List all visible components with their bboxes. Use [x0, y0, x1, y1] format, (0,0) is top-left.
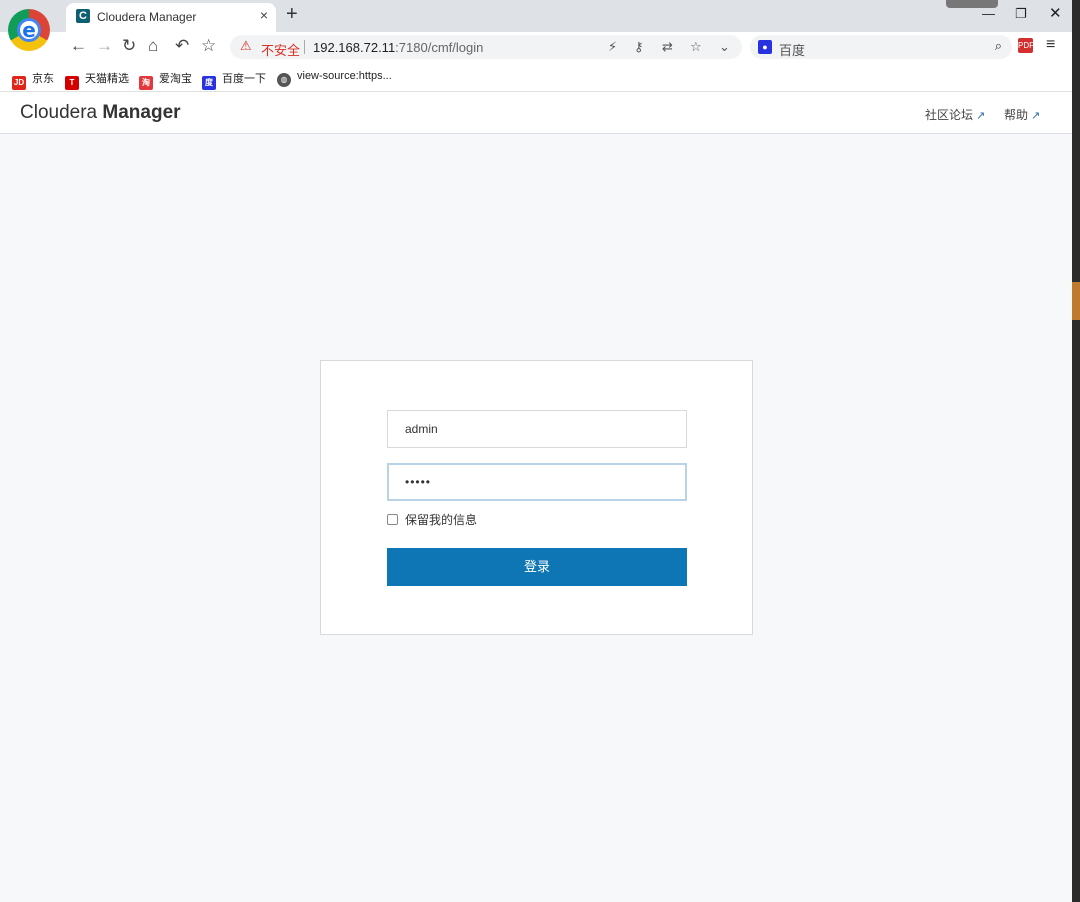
key-icon[interactable]: ⚷	[634, 39, 644, 55]
browser-tab[interactable]: C Cloudera Manager ×	[66, 3, 276, 32]
baidu-icon: 度	[202, 76, 216, 90]
search-placeholder: 百度	[779, 43, 806, 58]
address-bar[interactable]: ⚠ 不安全 192.168.72.11:7180/cmf/login ⚡ ⚷ ⇄…	[230, 35, 742, 59]
app-logo[interactable]: Cloudera Manager	[20, 102, 181, 124]
login-form: admin ••••• 保留我的信息 登录	[320, 360, 753, 635]
bookmark-star-icon[interactable]: ☆	[690, 39, 702, 55]
taobao-icon: 淘	[139, 76, 153, 90]
bookmarks-bar: JD 京东 T 天猫精选 淘爱淘宝 度百度一下 ◍ view-source:https…	[0, 62, 1072, 92]
chevron-down-icon[interactable]: ⌄	[719, 39, 730, 55]
pdf-extension-icon[interactable]: PDF	[1018, 38, 1034, 53]
bookmark-jd[interactable]: JD 京东	[12, 70, 54, 90]
close-window-button[interactable]: ✕	[1049, 4, 1062, 22]
globe-icon: ◍	[277, 73, 291, 87]
bookmark-label: view-source:https...	[297, 70, 392, 82]
browser-toolbar: ← → ↻ ⌂ ↶ ☆ ⚠ 不安全 192.168.72.11:7180/cmf…	[0, 32, 1072, 62]
community-link[interactable]: 社区论坛 ↗	[925, 106, 985, 123]
lightning-icon[interactable]: ⚡	[608, 39, 617, 55]
favorites-star-icon[interactable]: ☆	[201, 36, 216, 56]
bookmark-label: 天猫精选	[85, 73, 129, 85]
browser-logo-icon: e	[8, 9, 50, 51]
back-arrow-icon[interactable]: ←	[70, 36, 87, 56]
bookmark-label: 爱淘宝	[159, 73, 192, 85]
address-url[interactable]: 192.168.72.11:7180/cmf/login	[313, 40, 483, 55]
help-label: 帮助	[1004, 108, 1029, 122]
search-box[interactable]: ● 百度 ⌕	[750, 35, 1012, 59]
brand-light: Cloudera	[20, 102, 98, 123]
scrollbar-gutter[interactable]	[1072, 0, 1080, 902]
undo-close-icon[interactable]: ↶	[175, 36, 189, 56]
brand-bold: Manager	[102, 102, 181, 123]
password-input[interactable]: •••••	[387, 463, 687, 501]
external-link-icon: ↗	[1031, 110, 1041, 122]
warning-icon: ⚠	[240, 38, 252, 53]
jd-icon: JD	[12, 76, 26, 90]
remember-label: 保留我的信息	[405, 513, 478, 527]
minimize-button[interactable]: —	[982, 6, 995, 21]
url-path: :7180/cmf/login	[395, 40, 484, 55]
url-host: 192.168.72.11	[313, 40, 396, 55]
bookmark-label: 百度一下	[222, 73, 266, 85]
community-label: 社区论坛	[925, 108, 974, 122]
cloudera-favicon-icon: C	[76, 9, 90, 23]
bookmark-baidu[interactable]: 度百度一下	[202, 70, 266, 90]
security-status[interactable]: 不安全	[261, 40, 300, 59]
baidu-paw-icon: ●	[758, 40, 772, 54]
remember-checkbox[interactable]	[387, 514, 398, 525]
reload-icon[interactable]: ↻	[122, 36, 136, 56]
address-divider	[304, 40, 305, 54]
login-button[interactable]: 登录	[387, 548, 687, 586]
tab-close-icon[interactable]: ×	[260, 7, 268, 23]
help-link[interactable]: 帮助 ↗	[1004, 106, 1040, 123]
tmall-icon: T	[65, 76, 79, 90]
tab-title: Cloudera Manager	[97, 10, 197, 24]
forward-arrow-icon[interactable]: →	[96, 36, 113, 56]
app-header: Cloudera Manager 社区论坛 ↗ 帮助 ↗	[0, 92, 1072, 134]
bookmark-label: 京东	[32, 73, 54, 85]
new-tab-button[interactable]: +	[286, 3, 298, 26]
bookmark-aitaobao[interactable]: 淘爱淘宝	[139, 70, 192, 90]
gutter-accent	[1072, 282, 1080, 320]
translate-icon[interactable]: ⇄	[662, 39, 673, 55]
restore-button[interactable]: ❐	[1015, 6, 1027, 22]
bookmark-tmall[interactable]: T 天猫精选	[65, 70, 129, 90]
bookmark-view-source[interactable]: ◍ view-source:https...	[277, 70, 392, 87]
username-input[interactable]: admin	[387, 410, 687, 448]
home-icon[interactable]: ⌂	[148, 36, 158, 56]
search-icon[interactable]: ⌕	[995, 38, 1002, 54]
remember-me[interactable]: 保留我的信息	[387, 511, 477, 528]
external-link-icon: ↗	[976, 110, 986, 122]
menu-icon[interactable]: ≡	[1046, 36, 1055, 54]
